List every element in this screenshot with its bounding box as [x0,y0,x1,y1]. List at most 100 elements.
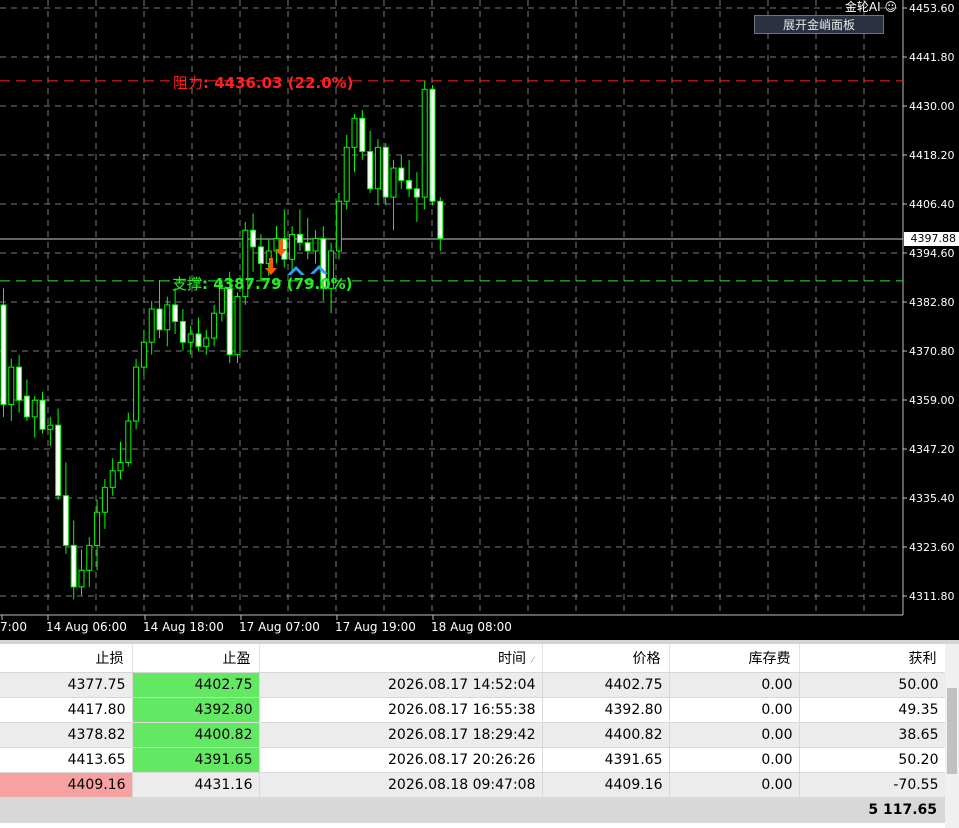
cell-profit: 50.20 [799,747,946,773]
candle-body [133,366,140,422]
candle-body [406,180,413,190]
candle-body [413,188,420,198]
candle-body [8,366,15,405]
time-axis-label: 17 Aug 07:00 [239,620,320,634]
header-time[interactable]: 时间 ⁄ [259,644,543,673]
price-chart[interactable]: 4453.60 4441.80 4430.00 4418.20 4406.40 4394.… [0,0,959,640]
candle-body [195,333,202,347]
cell-swap: 0.00 [669,772,800,798]
time-axis-label: 14 Aug 18:00 [143,620,224,634]
header-price[interactable]: 价格 [542,644,670,673]
candle-body [179,320,186,343]
candle-body [23,395,30,418]
cell-time: 2026.08.17 20:26:26 [259,747,543,773]
candle-body [257,246,264,264]
candle-body [382,146,389,198]
header-profit[interactable]: 获利 [799,644,946,673]
price-axis-label: 4359.00 [909,394,955,407]
cell-profit: -70.55 [799,772,946,798]
candle-body [226,287,233,356]
candle-body [335,200,342,252]
cell-price: 4409.16 [542,772,670,798]
header-tp[interactable]: 止盈 [132,644,260,673]
cell-price: 4391.65 [542,747,670,773]
table-row[interactable]: 4378.82 4400.82 2026.08.17 18:29:42 4400… [0,722,946,748]
table-header: 止损 止盈 时间 ⁄ 价格 库存费 获利 [0,644,946,673]
candle-body [62,495,69,546]
price-axis-label: 4370.80 [909,345,955,358]
cell-sl: 4378.82 [0,722,133,748]
candle-body [250,229,257,248]
cell-swap: 0.00 [669,672,800,698]
price-axis-label: 4311.80 [909,590,955,603]
price-axis-label: 4453.60 [909,2,955,15]
candle-body [367,150,374,190]
candle-body [203,337,210,347]
cell-tp: 4402.75 [132,672,260,698]
time-axis-label: 7:00 [0,620,27,634]
trade-panel: 止损 止盈 时间 ⁄ 价格 库存费 获利 4377.75 4402.75 2026… [0,644,959,828]
cell-time: 2026.08.18 09:47:08 [259,772,543,798]
support-value: : 4387.79 (79.0%) [202,275,353,293]
candle-body [94,511,101,546]
candle-body [101,486,108,513]
table-row[interactable]: 4417.80 4392.80 2026.08.17 16:55:38 4392… [0,697,946,723]
candle-body [343,146,350,202]
candle-body [140,341,147,368]
candle-body [172,304,179,322]
cell-time: 2026.08.17 16:55:38 [259,697,543,723]
candle-body [234,296,241,356]
candle-body [70,544,77,588]
cell-swap: 0.00 [669,697,800,723]
trade-table: 止损 止盈 时间 ⁄ 价格 库存费 获利 4377.75 4402.75 2026… [0,644,946,798]
price-axis-label: 4347.20 [909,443,955,456]
table-row[interactable]: 4377.75 4402.75 2026.08.17 14:52:04 4402… [0,672,946,698]
candle-body [437,200,444,240]
header-swap[interactable]: 库存费 [669,644,800,673]
cell-price: 4402.75 [542,672,670,698]
candle-body [429,88,436,202]
price-axis-label: 4406.40 [909,198,955,211]
total-profit: 5 117.65 [0,797,945,823]
candle-body [359,117,366,152]
support-label: 支撑: 4387.79 (79.0%) [172,273,353,294]
table-row[interactable]: 4413.65 4391.65 2026.08.17 20:26:26 4391… [0,747,946,773]
cell-swap: 0.00 [669,722,800,748]
cell-sl: 4377.75 [0,672,133,698]
header-sl[interactable]: 止损 [0,644,133,673]
cell-price: 4392.80 [542,697,670,723]
candle-body [374,146,381,190]
table-row[interactable]: 4409.16 4431.16 2026.08.18 09:47:08 4409… [0,772,946,798]
price-axis-label: 4441.80 [909,51,955,64]
candle-body [0,304,7,405]
price-axis-label: 4382.80 [909,296,955,309]
cell-tp: 4391.65 [132,747,260,773]
brand-label: 金轮AI ☺ [844,0,897,14]
candle-body [117,461,124,472]
scrollbar-thumb[interactable] [947,688,957,774]
cell-time: 2026.08.17 18:29:42 [259,722,543,748]
cell-profit: 49.35 [799,697,946,723]
time-axis-label: 18 Aug 08:00 [431,620,512,634]
cell-tp: 4431.16 [132,772,260,798]
candle-body [156,308,163,331]
price-axis-label: 4335.40 [909,492,955,505]
candle-body [109,470,116,488]
candle-body [47,424,54,430]
price-axis-label: 4394.60 [909,247,955,260]
time-axis-label: 14 Aug 06:00 [46,620,127,634]
candle-body [390,167,397,198]
resistance-label: 阻力: 4436.03 (22.0%) [173,72,354,93]
cell-tp: 4400.82 [132,722,260,748]
candle-body [289,233,296,260]
resistance-name: 阻力 [173,74,204,92]
chart-canvas[interactable]: 4453.60 4441.80 4430.00 4418.20 4406.40 4394.… [0,0,959,640]
candle-body [164,304,171,331]
support-name: 支撑 [172,275,203,293]
candle-body [421,88,428,198]
candle-body [39,399,46,430]
expand-panel-button[interactable]: 展开金峭面板 [754,15,884,34]
cell-price: 4400.82 [542,722,670,748]
candle-body [55,424,62,497]
vertical-scrollbar[interactable] [945,644,959,828]
